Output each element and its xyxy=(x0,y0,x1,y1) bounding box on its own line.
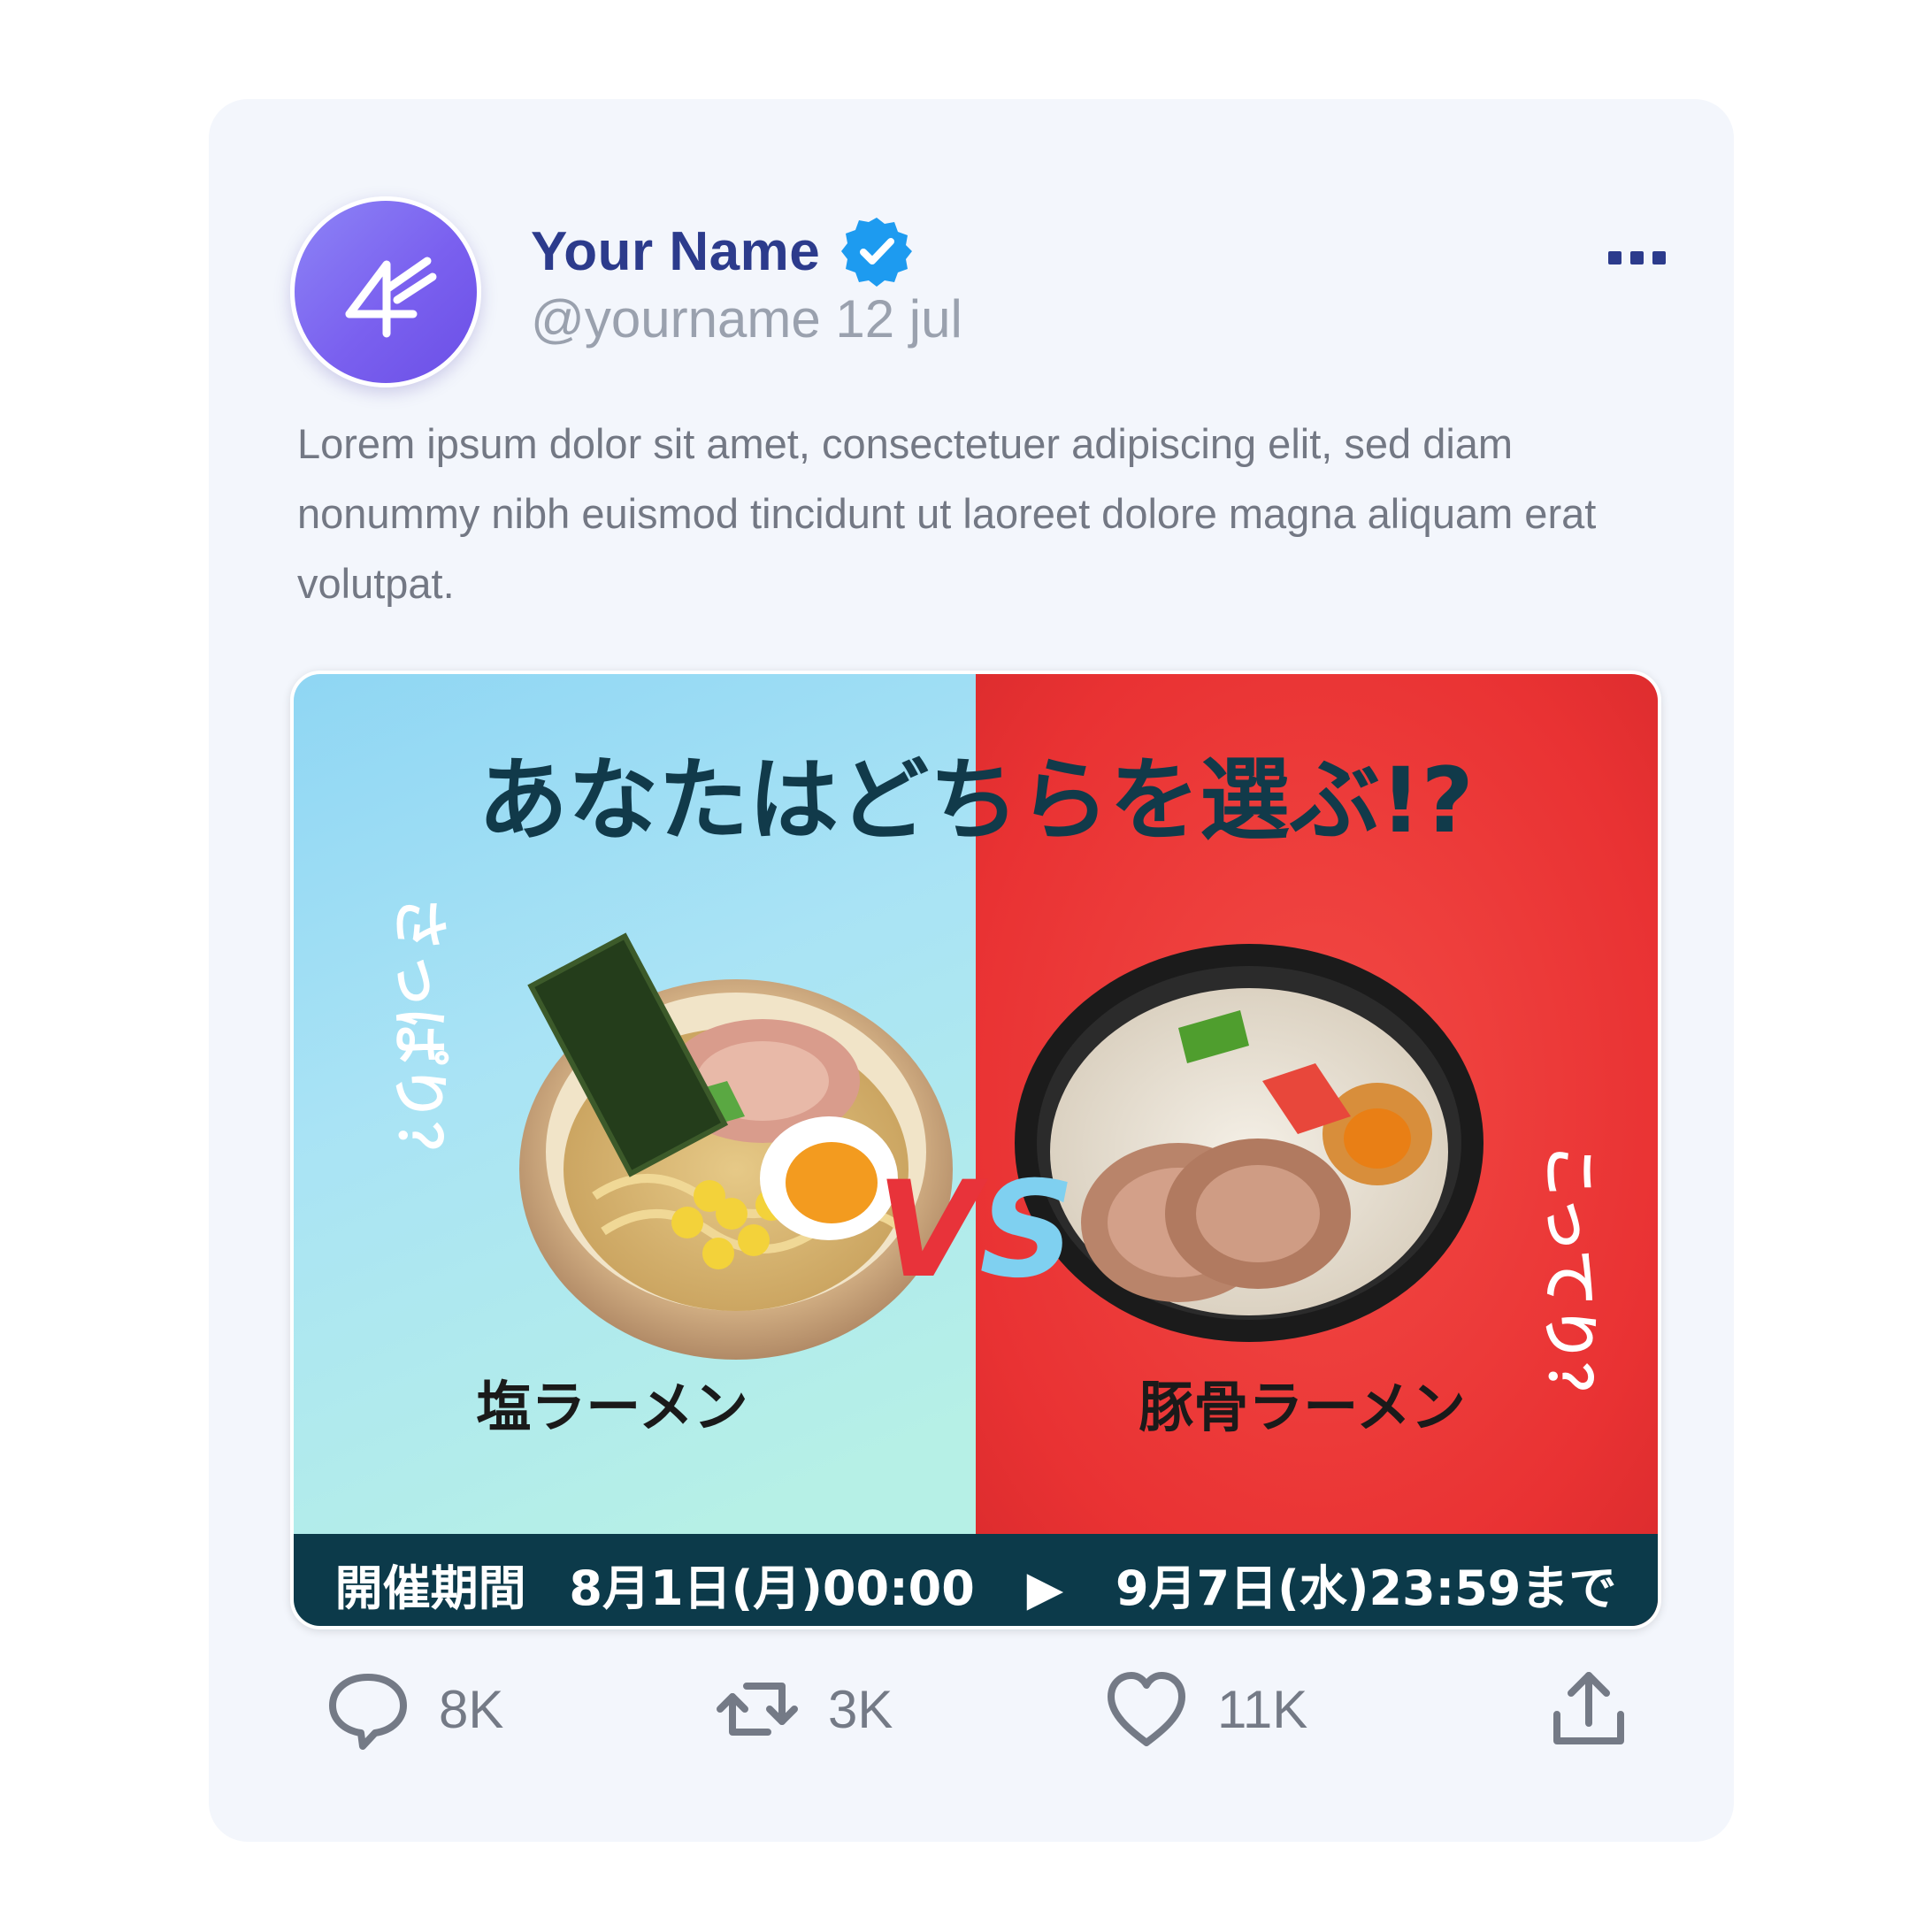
repost-count: 3K xyxy=(828,1679,893,1739)
tonkotsu-ramen-label: 豚骨ラーメン xyxy=(1138,1375,1466,1439)
period-start: 8月1日(月)00:00 xyxy=(569,1560,974,1616)
period-banner-text: 開催期間 8月1日(月)00:00 ▶ 9月7日(水)23:59まで xyxy=(335,1560,1617,1616)
repost-icon xyxy=(717,1683,798,1736)
ramen-vs-graphic: あなたはどちらを選ぶ!? さっぱり？ こってり？ VS 塩ラーメン 豚骨ラーメン… xyxy=(294,674,1658,1626)
vs-label: VS xyxy=(877,1154,1075,1307)
shio-ramen-label: 塩ラーメン xyxy=(476,1375,748,1439)
period-end: 9月7日(水)23:59まで xyxy=(1116,1560,1616,1616)
right-tagline: こってり？ xyxy=(1536,1143,1601,1419)
like-button[interactable]: 11K xyxy=(1102,1656,1307,1762)
handle-and-date: @yourname 12 jul xyxy=(531,289,962,349)
share-button[interactable] xyxy=(1545,1656,1633,1762)
period-label: 開催期間 xyxy=(335,1560,526,1616)
user-name[interactable]: Your Name xyxy=(531,220,820,283)
more-button[interactable] xyxy=(1598,232,1677,285)
verified-badge-icon xyxy=(841,218,913,287)
more-icon xyxy=(1608,251,1666,264)
period-arrow: ▶ xyxy=(1027,1560,1064,1616)
post-card: Your Name @yourname 12 jul Lorem ipsum d… xyxy=(209,99,1734,1842)
post-image[interactable]: あなたはどちらを選ぶ!? さっぱり？ こってり？ VS 塩ラーメン 豚骨ラーメン… xyxy=(290,671,1661,1629)
repost-button[interactable]: 3K xyxy=(713,1656,893,1762)
like-icon xyxy=(1108,1672,1185,1746)
name-row: Your Name xyxy=(531,214,914,288)
reply-count: 8K xyxy=(439,1679,504,1739)
left-tagline: さっぱり？ xyxy=(386,895,451,1178)
logo-icon xyxy=(345,257,437,338)
post-body: Lorem ipsum dolor sit amet, consectetuer… xyxy=(297,420,1597,607)
avatar[interactable] xyxy=(290,196,481,387)
image-headline: あなたはどちらを選ぶ!? xyxy=(478,748,1474,854)
share-icon xyxy=(1553,1672,1624,1744)
reply-button[interactable]: 8K xyxy=(324,1656,503,1762)
action-bar: 8K 3K 11K xyxy=(209,1656,1734,1762)
like-count: 11K xyxy=(1217,1679,1308,1739)
reply-icon xyxy=(329,1674,407,1750)
tonkotsu-ramen-bowl xyxy=(1015,944,1484,1342)
